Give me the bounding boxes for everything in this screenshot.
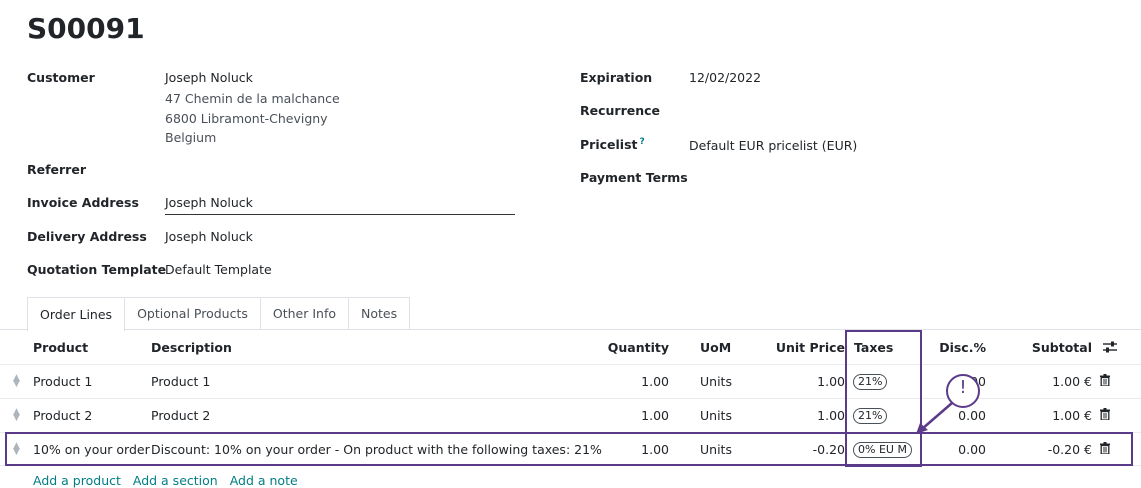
tab-optional-products[interactable]: Optional Products (124, 297, 261, 329)
delivery-address-value[interactable]: Joseph Noluck (165, 229, 253, 244)
row-uom[interactable]: Units (700, 374, 732, 389)
row-unit-price[interactable]: 1.00 (760, 408, 845, 423)
tab-other-info[interactable]: Other Info (259, 297, 349, 329)
col-header-unit-price[interactable]: Unit Price (760, 340, 845, 355)
row-uom[interactable]: Units (700, 408, 732, 423)
row-quantity[interactable]: 1.00 (589, 374, 669, 389)
row-subtotal: 1.00 € (1052, 408, 1092, 423)
row-quantity[interactable]: 1.00 (589, 408, 669, 423)
quotation-template-value[interactable]: Default Template (165, 262, 272, 277)
drag-handle-icon[interactable]: ▲ ▼ (13, 408, 23, 423)
customer-address-line1: 47 Chemin de la malchance (165, 91, 340, 106)
expiration-value[interactable]: 12/02/2022 (689, 70, 761, 85)
pricelist-label-text: Pricelist (580, 137, 638, 153)
tab-notes[interactable]: Notes (348, 297, 411, 329)
col-header-quantity[interactable]: Quantity (589, 340, 669, 355)
row-product[interactable]: Product 2 (33, 408, 92, 423)
referrer-label: Referrer (27, 162, 86, 177)
tab-order-lines[interactable]: Order Lines (27, 297, 126, 331)
drag-handle-icon[interactable]: ▲ ▼ (13, 374, 23, 389)
customer-address-line3: Belgium (165, 130, 217, 145)
payment-terms-label: Payment Terms (580, 170, 688, 185)
invoice-address-value[interactable]: Joseph Noluck (165, 195, 253, 210)
customer-name[interactable]: Joseph Noluck (165, 70, 253, 85)
record-title: S00091 (27, 12, 145, 45)
row-description[interactable]: Product 1 (151, 374, 210, 389)
col-header-product[interactable]: Product (33, 340, 88, 355)
customer-label: Customer (27, 70, 95, 85)
customer-address-line2: 6800 Libramont-Chevigny (165, 111, 328, 126)
quotation-template-label: Quotation Template (27, 262, 167, 277)
add-product-link[interactable]: Add a product (33, 473, 121, 488)
col-header-discount[interactable]: Disc.% (926, 340, 986, 355)
recurrence-label: Recurrence (580, 103, 661, 118)
delivery-address-label: Delivery Address (27, 229, 147, 244)
trash-icon[interactable] (1100, 408, 1110, 420)
pricelist-value[interactable]: Default EUR pricelist (EUR) (689, 138, 857, 153)
warning-callout-icon (916, 374, 980, 434)
row-unit-price[interactable]: 1.00 (760, 374, 845, 389)
col-header-description[interactable]: Description (151, 340, 232, 355)
col-header-uom[interactable]: UoM (700, 340, 731, 355)
pricelist-label: Pricelist? (580, 137, 645, 152)
row-subtotal: 1.00 € (1052, 374, 1092, 389)
notebook-tabs: Order Lines Optional Products Other Info… (27, 297, 411, 331)
expiration-label: Expiration (580, 70, 653, 85)
add-line-links: Add a product Add a section Add a note (33, 473, 306, 488)
row-description[interactable]: Product 2 (151, 408, 210, 423)
trash-icon[interactable] (1100, 374, 1110, 386)
row-product[interactable]: Product 1 (33, 374, 92, 389)
col-header-subtotal[interactable]: Subtotal (1010, 340, 1092, 355)
add-section-link[interactable]: Add a section (133, 473, 218, 488)
callout-symbol: ! (959, 377, 967, 398)
column-settings-icon[interactable] (1102, 340, 1118, 354)
invoice-address-label: Invoice Address (27, 195, 139, 210)
help-tooltip-icon[interactable]: ? (639, 137, 644, 147)
add-note-link[interactable]: Add a note (230, 473, 298, 488)
